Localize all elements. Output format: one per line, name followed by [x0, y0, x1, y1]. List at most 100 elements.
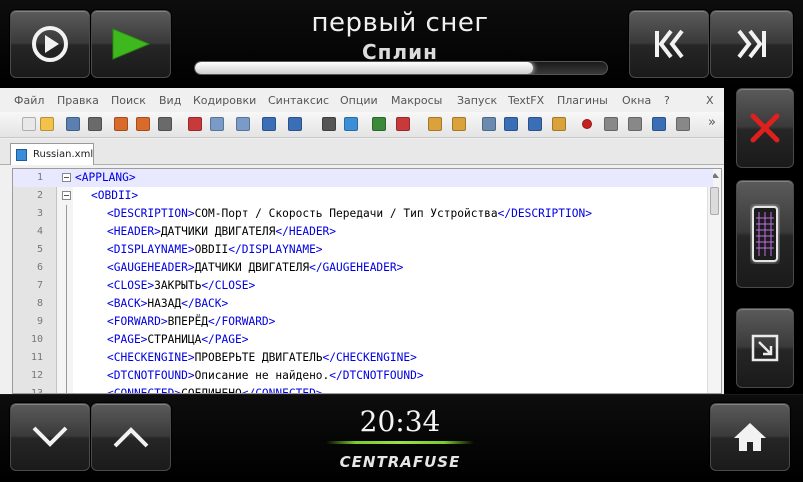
run-macro-icon[interactable] [652, 117, 666, 131]
code-editor[interactable]: 1 <APPLANG> 2 <OBDII> 3 <DESCRIPTION>COM-Порт… [12, 168, 722, 394]
clock-underline [326, 441, 474, 444]
xml-value: НАЗАД [147, 297, 182, 310]
next-track-button[interactable] [710, 10, 793, 78]
paste-icon[interactable] [236, 117, 250, 131]
xml-value: ДАТЧИКИ ДВИГАТЕЛЯ [160, 225, 276, 238]
xml-tag: <HEADER> [107, 225, 161, 238]
menu-item-5[interactable]: Синтаксис [268, 94, 329, 107]
menu-item-0[interactable]: Файл [14, 94, 44, 107]
save-all-icon[interactable] [88, 117, 102, 131]
redo-icon[interactable] [288, 117, 302, 131]
fold-toggle-icon[interactable] [62, 173, 71, 182]
tab-russian-xml[interactable]: Russian.xml [10, 143, 94, 165]
app-root: первый снег Сплин Файл Правка Поиск Вид Коди… [0, 0, 803, 482]
code-text: <DISPLAYNAME>OBDII</DISPLAYNAME> [107, 243, 323, 256]
fold-line [66, 367, 67, 385]
stop-record-icon[interactable] [604, 117, 618, 131]
save-icon[interactable] [66, 117, 80, 131]
user-lang-icon[interactable] [552, 117, 566, 131]
sync-v-icon[interactable] [428, 117, 442, 131]
menu-item-12[interactable]: ? [664, 94, 670, 107]
menu-item-7[interactable]: Макросы [391, 94, 442, 107]
menu-item-2[interactable]: Поиск [111, 94, 146, 107]
menu-item-10[interactable]: Плагины [557, 94, 608, 107]
play-button[interactable] [91, 10, 171, 78]
menu-item-13[interactable]: X [706, 94, 714, 107]
xml-tag: <DESCRIPTION> [107, 207, 195, 220]
xml-value: Описание не найдено. [194, 369, 330, 382]
playback-icon[interactable] [628, 117, 642, 131]
open-folder-icon[interactable] [40, 117, 54, 131]
toolbar-overflow-icon[interactable]: » [708, 115, 716, 130]
close-file-icon[interactable] [114, 117, 128, 131]
record-macro-icon[interactable] [582, 119, 592, 129]
xml-value: ВПЕРЁД [167, 315, 209, 328]
show-all-chars-icon[interactable] [504, 117, 518, 131]
xml-tag: <GAUGEHEADER> [107, 261, 195, 274]
sync-h-icon[interactable] [452, 117, 466, 131]
line-number: 7 [36, 280, 43, 291]
code-line: 4 <HEADER>ДАТЧИКИ ДВИГАТЕЛЯ</HEADER> [13, 223, 713, 241]
menu-item-8[interactable]: Запуск [457, 94, 497, 107]
line-number: 4 [36, 226, 43, 237]
line-number: 5 [36, 244, 43, 255]
menu-item-6[interactable]: Опции [340, 94, 378, 107]
keyboard-button[interactable] [736, 180, 794, 288]
fold-line [66, 259, 67, 277]
undo-icon[interactable] [262, 117, 276, 131]
top-bar: первый снег Сплин [0, 0, 803, 88]
indent-guide-icon[interactable] [528, 117, 542, 131]
cut-icon[interactable] [188, 117, 202, 131]
xml-tag: </CHECKENGINE> [322, 351, 417, 364]
line-number: 12 [30, 370, 43, 381]
zoom-in-icon[interactable] [372, 117, 386, 131]
scroll-down-button[interactable] [10, 403, 90, 471]
code-text: <CHECKENGINE>ПРОВЕРЬТЕ ДВИГАТЕЛЬ</CHECKE… [107, 351, 417, 364]
code-text: <OBDII> [91, 189, 138, 202]
code-line: 6 <GAUGEHEADER>ДАТЧИКИ ДВИГАТЕЛЯ</GAUGEHE… [13, 259, 713, 277]
menu-item-3[interactable]: Вид [159, 94, 181, 107]
code-line: 11 <CHECKENGINE>ПРОВЕРЬТЕ ДВИГАТЕЛЬ</CHEC… [13, 349, 713, 367]
menu-item-11[interactable]: Окна [622, 94, 651, 107]
zoom-out-icon[interactable] [396, 117, 410, 131]
close-button[interactable] [736, 88, 794, 168]
code-text: <BACK>НАЗАД</BACK> [107, 297, 228, 310]
skip-back-icon [655, 29, 684, 59]
file-save-icon [16, 149, 27, 161]
code-line: 3 <DESCRIPTION>COM-Порт / Скорость Переда… [13, 205, 713, 223]
replace-icon[interactable] [344, 117, 358, 131]
previous-track-button[interactable] [629, 10, 709, 78]
fold-line [66, 349, 67, 367]
word-wrap-icon[interactable] [482, 117, 496, 131]
scroll-up-button[interactable] [91, 403, 171, 471]
fold-line [66, 295, 67, 313]
code-line: 1 <APPLANG> [13, 169, 713, 187]
code-line: 12 <DTCNOTFOUND>Описание не найдено.</DTC… [13, 367, 713, 385]
line-number: 8 [36, 298, 43, 309]
menu-item-4[interactable]: Кодировки [193, 94, 256, 107]
fold-toggle-icon[interactable] [62, 191, 71, 200]
code-text: <DTCNOTFOUND>Описание не найдено.</DTCNO… [107, 369, 424, 382]
fullscreen-button[interactable] [736, 308, 794, 388]
fold-line [66, 313, 67, 331]
xml-value: OBDII [194, 243, 229, 256]
home-button[interactable] [710, 403, 790, 471]
menu-item-9[interactable]: TextFX [508, 94, 544, 107]
close-all-icon[interactable] [136, 117, 150, 131]
copy-icon[interactable] [210, 117, 224, 131]
playback-progress-bar[interactable] [194, 61, 608, 75]
xml-tag: <PAGE> [107, 333, 148, 346]
xml-tag: </CONNECTED> [241, 387, 323, 394]
progress-fill [195, 62, 533, 74]
new-file-icon[interactable] [22, 117, 36, 131]
text-editor-window: Файл Правка Поиск Вид Кодировки Синтаксис Опци… [0, 88, 730, 394]
xml-tag: </GAUGEHEADER> [309, 261, 404, 274]
print-icon[interactable] [158, 117, 172, 131]
menu-item-1[interactable]: Правка [57, 94, 99, 107]
save-macro-icon[interactable] [676, 117, 690, 131]
xml-tag: <APPLANG> [75, 171, 136, 184]
play-pause-button[interactable] [10, 10, 90, 78]
editor-toolbar: » [0, 112, 730, 138]
find-icon[interactable] [322, 117, 336, 131]
code-text: <CLOSE>ЗАКРЫТЬ</CLOSE> [107, 279, 255, 292]
